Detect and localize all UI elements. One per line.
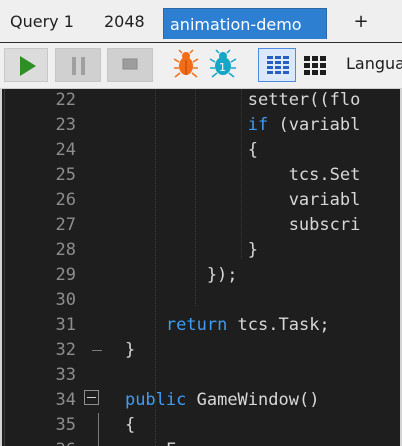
code-text: if (variabl <box>84 113 361 138</box>
pause-icon <box>72 57 85 75</box>
tab-query-1[interactable]: Query 1 <box>10 6 88 38</box>
line-number: 23 <box>55 115 76 135</box>
code-text: } <box>84 338 135 363</box>
code-line[interactable]: 26 variabl <box>2 188 400 213</box>
code-line[interactable]: 22 setter((flo <box>2 89 400 113</box>
toolbar: 1 Langua <box>0 43 402 89</box>
play-icon <box>20 56 36 76</box>
svg-text:1: 1 <box>219 61 226 74</box>
code-text: public GameWindow() <box>84 388 319 413</box>
line-number: 34 <box>55 390 76 410</box>
code-line[interactable]: 29 }); <box>2 263 400 288</box>
line-number: 27 <box>55 215 76 235</box>
grid-view-icon[interactable] <box>258 48 296 82</box>
code-line[interactable]: 23 if (variabl <box>2 113 400 138</box>
line-number: 25 <box>55 165 76 185</box>
add-tab-button[interactable]: + <box>348 6 374 38</box>
line-number: 26 <box>55 190 76 210</box>
code-text: return tcs.Task; <box>84 313 330 338</box>
debug-icon[interactable] <box>172 48 200 82</box>
line-number: 24 <box>55 140 76 160</box>
code-line[interactable]: 27 subscri <box>2 213 400 238</box>
code-token: setter((flo <box>84 90 361 110</box>
stop-icon <box>122 58 138 70</box>
line-number: 35 <box>55 415 76 435</box>
code-token: subscri <box>84 215 361 235</box>
line-number: 28 <box>55 240 76 260</box>
code-text: } <box>84 238 258 263</box>
keyword-token: public <box>124 390 187 410</box>
line-number: 36 <box>20 438 76 446</box>
debug-step-icon[interactable]: 1 <box>208 48 238 82</box>
code-text: variabl <box>84 188 361 213</box>
code-token: { <box>84 140 258 160</box>
code-line[interactable]: 25 tcs.Set <box>2 163 400 188</box>
code-token: (variabl <box>268 115 361 135</box>
tab-animation-demo[interactable]: animation-demo <box>163 8 327 39</box>
code-editor[interactable]: 22 setter((flo 23 if (variabl 24 {25 tcs.S… <box>2 89 400 446</box>
code-text: F <box>84 438 176 446</box>
tab-bar: Query 1 2048 animation-demo + <box>0 0 402 43</box>
code-text: tcs.Set <box>84 163 361 188</box>
code-token: { <box>84 415 136 435</box>
code-line[interactable]: 24 { <box>2 138 400 163</box>
stop-button[interactable] <box>107 48 153 82</box>
code-line[interactable]: 36 F <box>2 438 400 446</box>
code-text: { <box>84 138 258 163</box>
code-token: variabl <box>84 190 361 210</box>
code-line[interactable]: 28 } <box>2 238 400 263</box>
code-text: subscri <box>84 213 361 238</box>
code-token: GameWindow() <box>186 390 320 410</box>
code-token: F <box>84 440 176 446</box>
language-label: Langua <box>346 54 402 73</box>
line-number: 32 <box>55 340 76 360</box>
line-number: 31 <box>55 315 76 335</box>
code-text: { <box>84 413 135 438</box>
code-line[interactable]: 33 <box>2 363 400 388</box>
code-token: }); <box>84 265 238 285</box>
code-line[interactable]: 31 return tcs.Task; <box>2 313 400 338</box>
code-line[interactable]: 32 } <box>2 338 400 363</box>
tab-2048[interactable]: 2048 <box>104 6 162 38</box>
line-number: 30 <box>55 290 76 310</box>
code-text: }); <box>84 263 238 288</box>
code-token: } <box>84 240 258 260</box>
app-window: Query 1 2048 animation-demo + 1 Langua 2… <box>0 0 402 446</box>
code-token: } <box>84 340 136 360</box>
line-number: 33 <box>55 365 76 385</box>
keyword-token: if <box>247 115 269 135</box>
code-line[interactable]: 30 <box>2 288 400 313</box>
run-button[interactable] <box>4 48 48 82</box>
code-token: tcs.Set <box>84 165 361 185</box>
keyword-token: return <box>165 315 228 335</box>
line-number: 29 <box>55 265 76 285</box>
table-view-icon[interactable] <box>302 48 328 82</box>
code-line[interactable]: 34 public GameWindow() <box>2 388 400 413</box>
code-token: tcs.Task; <box>227 315 330 335</box>
pause-button[interactable] <box>55 48 101 82</box>
line-number: 22 <box>55 90 76 110</box>
code-text: setter((flo <box>84 89 361 113</box>
code-line[interactable]: 35 { <box>2 413 400 438</box>
